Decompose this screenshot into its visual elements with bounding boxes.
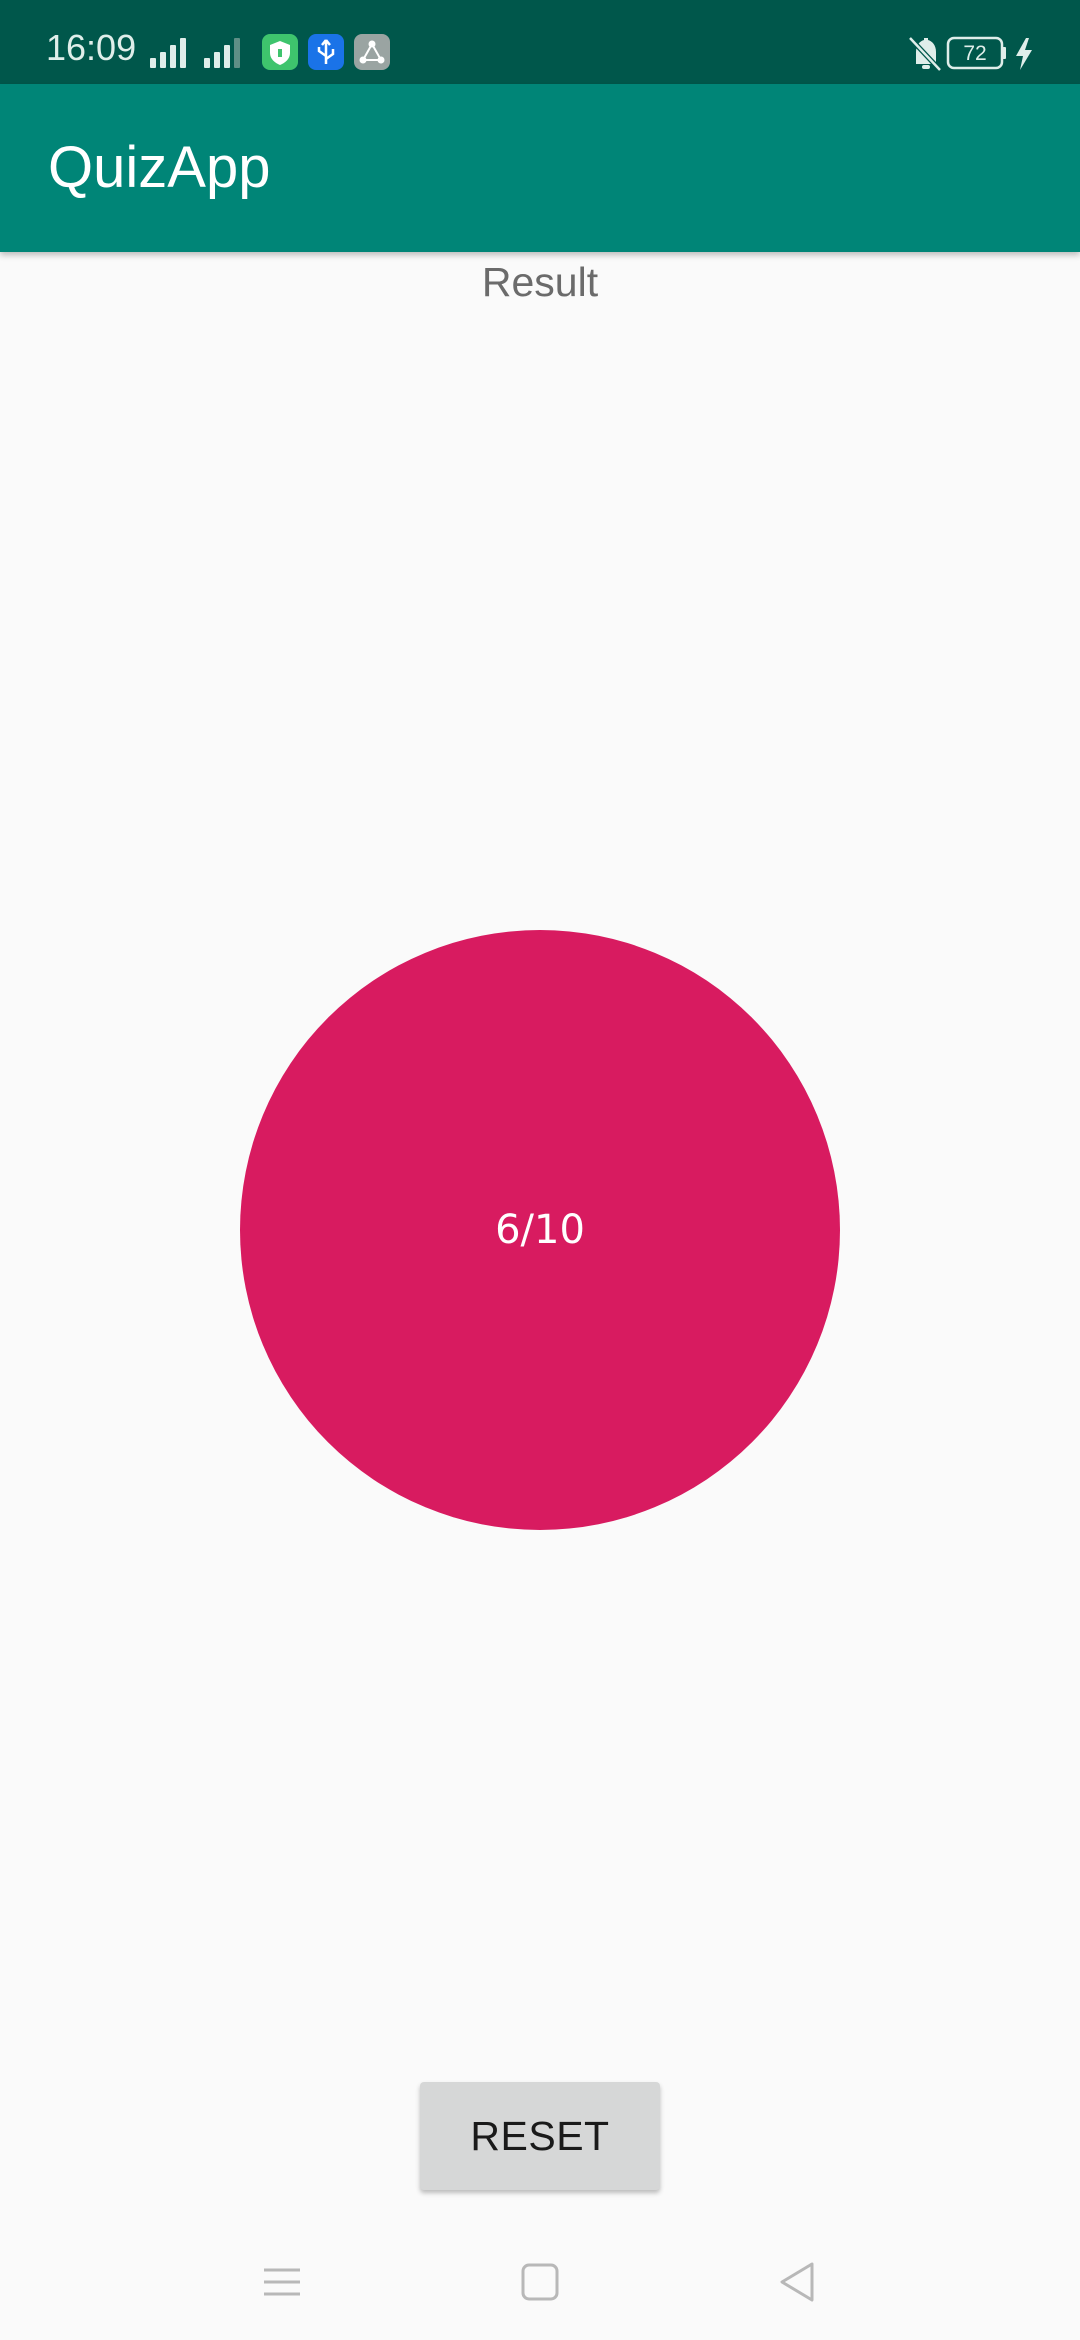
status-time: 16:09 [46,27,137,68]
network-share-icon [354,34,390,70]
back-icon[interactable] [768,2252,828,2312]
app-title: QuizApp [48,135,271,200]
app-bar: QuizApp [0,84,1080,252]
signal-icon [150,38,186,68]
reset-button[interactable]: RESET [420,2082,660,2190]
status-icons-left [150,34,390,70]
battery-level: 72 [963,42,986,65]
result-heading: Result [481,259,599,305]
score-text: 6/10 [495,1207,585,1253]
status-icons-right: 72 [908,36,1032,72]
battery-icon: 72 [946,36,1006,70]
screen: 16:09 72 QuizApp Result 6/10 RESET [0,0,1080,2340]
menu-icon[interactable] [252,2252,312,2312]
score-circle: 6/10 [240,930,840,1530]
navigation-bar [0,2222,1080,2340]
signal-icon [204,38,240,68]
charging-icon [1016,38,1032,70]
usb-icon [308,34,344,70]
notifications-off-icon [908,36,942,72]
shield-app-icon [262,34,298,70]
home-icon[interactable] [510,2252,570,2312]
status-bar: 16:09 72 [0,0,1080,84]
